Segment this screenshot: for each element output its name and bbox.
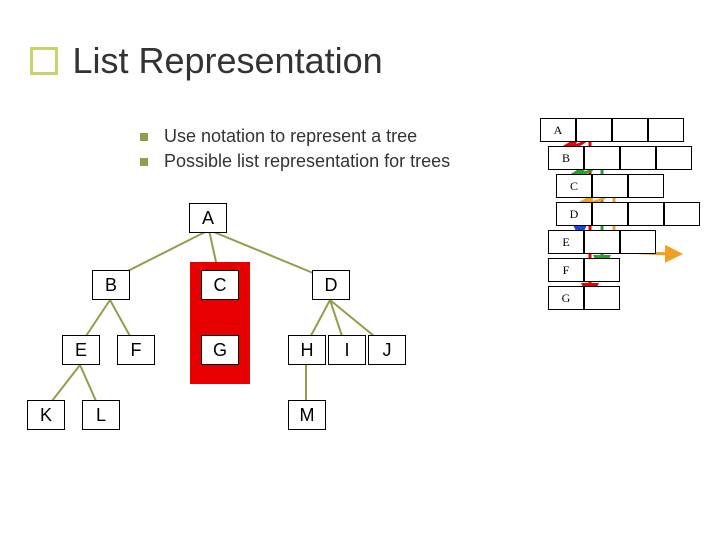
list-cell-empty	[628, 202, 664, 226]
list-cell-a: A	[540, 118, 576, 142]
bullet-text: Use notation to represent a tree	[164, 126, 417, 147]
tree-node-a: A	[189, 203, 227, 233]
tree-node-m: M	[288, 400, 326, 430]
tree-node-f: F	[117, 335, 155, 365]
tree-node-d: D	[312, 270, 350, 300]
list-cell-c: C	[556, 174, 592, 198]
list-cell-empty	[592, 174, 628, 198]
list-cell-empty	[656, 146, 692, 170]
list-cell-empty	[584, 258, 620, 282]
list-cell-d: D	[556, 202, 592, 226]
list-cell-empty	[620, 230, 656, 254]
bullet-icon	[140, 158, 148, 166]
tree-node-e: E	[62, 335, 100, 365]
list-cell-b: B	[548, 146, 584, 170]
list-cell-empty	[628, 174, 664, 198]
tree-node-j: J	[368, 335, 406, 365]
list-cell-empty	[584, 286, 620, 310]
bullet-icon	[140, 133, 148, 141]
tree-node-g: G	[201, 335, 239, 365]
list-cell-empty	[584, 146, 620, 170]
slide-title: List Representation	[72, 40, 382, 81]
tree-diagram: A B C D E F G H I J K L M	[10, 200, 430, 500]
tree-node-k: K	[27, 400, 65, 430]
list-cell-empty	[612, 118, 648, 142]
title-accent-square	[30, 47, 58, 75]
bullet-item: Possible list representation for trees	[140, 151, 450, 172]
tree-node-c: C	[201, 270, 239, 300]
bullet-text: Possible list representation for trees	[164, 151, 450, 172]
tree-node-i: I	[328, 335, 366, 365]
list-cell-empty	[576, 118, 612, 142]
list-cell-empty	[664, 202, 700, 226]
list-cell-e: E	[548, 230, 584, 254]
list-cell-g: G	[548, 286, 584, 310]
bullet-list: Use notation to represent a tree Possibl…	[140, 126, 450, 176]
list-cell-empty	[648, 118, 684, 142]
tree-node-l: L	[82, 400, 120, 430]
list-cell-empty	[584, 230, 620, 254]
list-cell-empty	[620, 146, 656, 170]
bullet-item: Use notation to represent a tree	[140, 126, 450, 147]
list-cell-empty	[592, 202, 628, 226]
list-cell-f: F	[548, 258, 584, 282]
slide-title-block: List Representation	[30, 40, 383, 82]
tree-node-b: B	[92, 270, 130, 300]
tree-node-h: H	[288, 335, 326, 365]
